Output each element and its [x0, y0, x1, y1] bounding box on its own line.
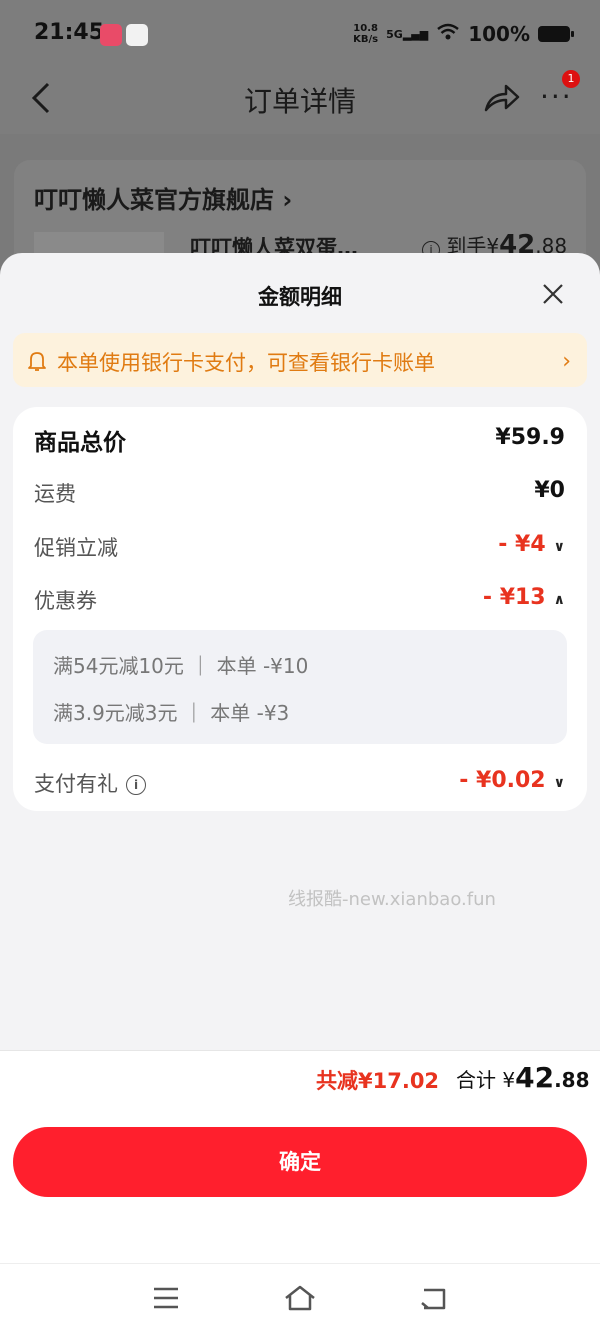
promo-label: 促销立减 [34, 536, 118, 560]
confirm-button[interactable]: 确定 [13, 1127, 587, 1197]
shop-name[interactable]: 叮叮懒人菜官方旗舰店 › [34, 180, 292, 215]
total-price-label: 商品总价 [34, 430, 126, 456]
sheet-title: 金额明细 [258, 285, 342, 309]
promo-row[interactable]: - ¥4 ∨ [498, 532, 565, 557]
home-icon[interactable] [283, 1284, 317, 1316]
coupon-detail-box: 满54元减10元 ｜ 本单 -¥10 满3.9元减3元 ｜ 本单 -¥3 [33, 630, 567, 744]
pay-gift-row[interactable]: - ¥0.02 ∨ [459, 768, 565, 793]
pay-gift-label: 支付有礼 i [34, 768, 146, 798]
app-notification-icon [126, 24, 148, 46]
amount-detail-sheet: 金额明细 本单使用银行卡支付，可查看银行卡账单 › 商品总价 ¥59.9 运费 … [0, 253, 600, 1334]
back-nav-icon[interactable] [418, 1286, 448, 1316]
coupon-value: - ¥13 [482, 585, 546, 610]
price-breakdown-card: 商品总价 ¥59.9 运费 ¥0 促销立减 - ¥4 ∨ 优惠券 - ¥13 ∧ 满… [13, 407, 587, 811]
status-time: 21:45 [34, 20, 105, 45]
total-price-value: ¥59.9 [495, 425, 565, 450]
summary-bar: 共减¥17.02 合计 ¥42.88 [0, 1050, 600, 1108]
status-indicators: 10.8 KB/s 5G▂▄▆ 100% [353, 22, 574, 46]
total-saved: 共减¥17.02 [316, 1069, 440, 1093]
coupon-row[interactable]: - ¥13 ∧ [483, 585, 565, 610]
coupon-line: 满3.9元减3元 ｜ 本单 -¥3 [53, 701, 290, 725]
chevron-down-icon: ∨ [553, 539, 565, 555]
coupon-label: 优惠券 [34, 589, 97, 613]
bank-card-notice[interactable]: 本单使用银行卡支付，可查看银行卡账单 › [13, 333, 587, 387]
sheet-footer: 确定 [0, 1106, 600, 1263]
watermark: 线报酷-new.xianbao.fun [288, 889, 496, 910]
shipping-value: ¥0 [534, 478, 565, 503]
notification-badge: 1 [562, 70, 580, 88]
promo-value: - ¥4 [498, 532, 546, 557]
battery-icon [538, 26, 574, 42]
signal-icon: 5G▂▄▆ [386, 27, 429, 41]
wifi-icon [436, 22, 460, 46]
battery-percent: 100% [468, 22, 530, 46]
system-nav-bar [0, 1263, 600, 1334]
chevron-right-icon: › [562, 349, 571, 374]
shipping-label: 运费 [34, 482, 76, 506]
bell-icon [27, 350, 47, 376]
chevron-up-icon: ∧ [553, 592, 565, 608]
close-icon[interactable] [540, 281, 566, 307]
coupon-line: 满54元减10元 ｜ 本单 -¥10 [53, 654, 309, 678]
notice-text: 本单使用银行卡支付，可查看银行卡账单 [57, 351, 435, 375]
top-nav: 订单详情 ··· 1 [0, 70, 600, 134]
share-icon[interactable] [482, 80, 522, 120]
pay-gift-value: - ¥0.02 [459, 768, 546, 793]
net-speed: 10.8 KB/s [353, 23, 379, 45]
app-notification-icon [100, 24, 122, 46]
info-icon[interactable]: i [126, 775, 146, 795]
menu-icon[interactable] [152, 1286, 180, 1314]
order-total: 合计 ¥42.88 [456, 1061, 590, 1094]
status-bar: 21:45 10.8 KB/s 5G▂▄▆ 100% [0, 0, 600, 70]
chevron-down-icon: ∨ [553, 775, 565, 791]
